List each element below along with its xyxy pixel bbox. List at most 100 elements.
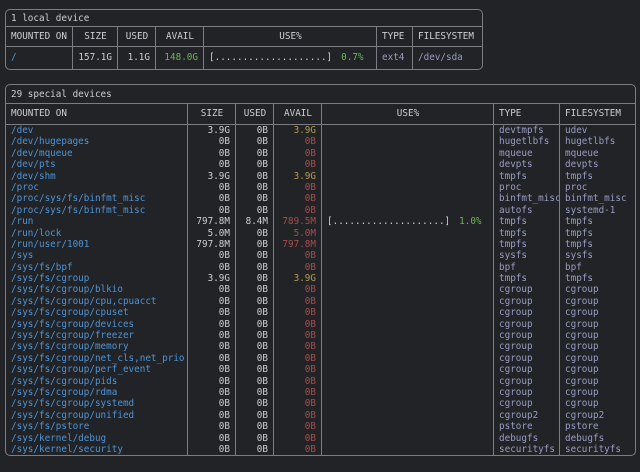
- size-cell: 797.8M: [188, 239, 236, 250]
- size-cell: 0B: [188, 262, 236, 273]
- header-avail: AVAIL: [274, 104, 322, 124]
- terminal-screen: 1 local device MOUNTED ON SIZE USED AVAI…: [0, 0, 640, 456]
- used-cell: 0B: [236, 239, 274, 250]
- type-cell: cgroup: [494, 341, 560, 352]
- usage-cell: [322, 136, 494, 147]
- size-cell: 0B: [188, 284, 236, 295]
- device-row: / 157.1G 1.1G 148.0G [..................…: [6, 47, 482, 69]
- type-cell: cgroup: [494, 364, 560, 375]
- avail-cell: 0B: [274, 148, 322, 159]
- usage-cell: [322, 410, 494, 421]
- filesystem-cell: /dev/sda: [413, 47, 482, 69]
- mount-cell: /sys/fs/cgroup/memory: [6, 341, 188, 352]
- header-mounted-on: MOUNTED ON: [6, 27, 73, 46]
- usage-percent: 0.7%: [341, 47, 363, 69]
- filesystem-cell: binfmt_misc: [560, 193, 635, 204]
- special-table-title: 29 special devices: [6, 85, 635, 104]
- type-cell: cgroup: [494, 319, 560, 330]
- type-cell: cgroup: [494, 330, 560, 341]
- size-cell: 0B: [188, 421, 236, 432]
- usage-cell: [322, 182, 494, 193]
- type-cell: tmpfs: [494, 239, 560, 250]
- used-cell: 0B: [236, 205, 274, 216]
- filesystem-cell: cgroup: [560, 353, 635, 364]
- type-cell: tmpfs: [494, 273, 560, 284]
- used-cell: 0B: [236, 376, 274, 387]
- size-cell: 0B: [188, 250, 236, 261]
- avail-cell: 0B: [274, 205, 322, 216]
- used-cell: 0B: [236, 284, 274, 295]
- usage-cell: [....................]1.0%: [322, 216, 494, 227]
- device-row: /dev/hugepages 0B 0B 0B hugetlbfs hugetl…: [6, 136, 635, 147]
- used-cell: 0B: [236, 410, 274, 421]
- device-row: /run/user/1001 797.8M 0B 797.8M tmpfs tm…: [6, 239, 635, 250]
- usage-cell: [322, 421, 494, 432]
- size-cell: 0B: [188, 433, 236, 444]
- local-devices-table: 1 local device MOUNTED ON SIZE USED AVAI…: [5, 9, 483, 70]
- usage-cell: [322, 330, 494, 341]
- size-cell: 0B: [188, 136, 236, 147]
- device-row: /sys/fs/cgroup/pids 0B 0B 0B cgroup cgro…: [6, 376, 635, 387]
- type-cell: pstore: [494, 421, 560, 432]
- used-cell: 0B: [236, 136, 274, 147]
- used-cell: 0B: [236, 387, 274, 398]
- usage-cell: [322, 262, 494, 273]
- device-row: /sys/fs/cgroup/devices 0B 0B 0B cgroup c…: [6, 319, 635, 330]
- header-size: SIZE: [188, 104, 236, 124]
- mount-cell: /dev/mqueue: [6, 148, 188, 159]
- special-table-header: MOUNTED ON SIZE USED AVAIL USE% TYPE FIL…: [6, 104, 635, 125]
- device-row: /proc/sys/fs/binfmt_misc 0B 0B 0B binfmt…: [6, 193, 635, 204]
- device-row: /proc 0B 0B 0B proc proc: [6, 182, 635, 193]
- avail-cell: 0B: [274, 284, 322, 295]
- avail-cell: 0B: [274, 319, 322, 330]
- type-cell: devtmpfs: [494, 125, 560, 136]
- filesystem-cell: securityfs: [560, 444, 635, 455]
- mount-cell: /sys/fs/cgroup/net_cls,net_prio: [6, 353, 188, 364]
- size-cell: 0B: [188, 205, 236, 216]
- filesystem-cell: tmpfs: [560, 239, 635, 250]
- used-cell: 0B: [236, 444, 274, 455]
- usage-cell: [322, 239, 494, 250]
- device-row: /run 797.8M 8.4M 789.5M [...............…: [6, 216, 635, 227]
- mount-cell: /run/user/1001: [6, 239, 188, 250]
- type-cell: proc: [494, 182, 560, 193]
- usage-cell: [322, 307, 494, 318]
- usage-cell: [322, 341, 494, 352]
- size-cell: 0B: [188, 353, 236, 364]
- size-cell: 0B: [188, 330, 236, 341]
- type-cell: cgroup: [494, 296, 560, 307]
- header-filesystem: FILESYSTEM: [413, 27, 482, 46]
- filesystem-cell: tmpfs: [560, 216, 635, 227]
- mount-cell: /sys/kernel/debug: [6, 433, 188, 444]
- mount-cell: /dev/shm: [6, 171, 188, 182]
- filesystem-cell: cgroup2: [560, 410, 635, 421]
- used-cell: 0B: [236, 273, 274, 284]
- usage-percent: 1.0%: [459, 216, 481, 227]
- type-cell: mqueue: [494, 148, 560, 159]
- header-use-percent: USE%: [204, 27, 377, 46]
- filesystem-cell: cgroup: [560, 330, 635, 341]
- mount-cell: /proc: [6, 182, 188, 193]
- used-cell: 0B: [236, 307, 274, 318]
- avail-cell: 0B: [274, 136, 322, 147]
- type-cell: cgroup: [494, 353, 560, 364]
- mount-cell: /sys/fs/cgroup: [6, 273, 188, 284]
- mount-cell: /sys: [6, 250, 188, 261]
- type-cell: hugetlbfs: [494, 136, 560, 147]
- size-cell: 0B: [188, 444, 236, 455]
- used-cell: 0B: [236, 421, 274, 432]
- filesystem-cell: proc: [560, 182, 635, 193]
- device-row: /sys/fs/cgroup/perf_event 0B 0B 0B cgrou…: [6, 364, 635, 375]
- filesystem-cell: tmpfs: [560, 171, 635, 182]
- used-cell: 0B: [236, 319, 274, 330]
- usage-cell: [322, 159, 494, 170]
- avail-cell: 0B: [274, 433, 322, 444]
- filesystem-cell: cgroup: [560, 364, 635, 375]
- device-row: /sys/fs/cgroup/cpuset 0B 0B 0B cgroup cg…: [6, 307, 635, 318]
- filesystem-cell: tmpfs: [560, 273, 635, 284]
- filesystem-cell: cgroup: [560, 284, 635, 295]
- type-cell: cgroup: [494, 387, 560, 398]
- usage-cell: [322, 364, 494, 375]
- local-table-title: 1 local device: [6, 10, 482, 27]
- device-row: /sys/fs/cgroup/net_cls,net_prio 0B 0B 0B…: [6, 353, 635, 364]
